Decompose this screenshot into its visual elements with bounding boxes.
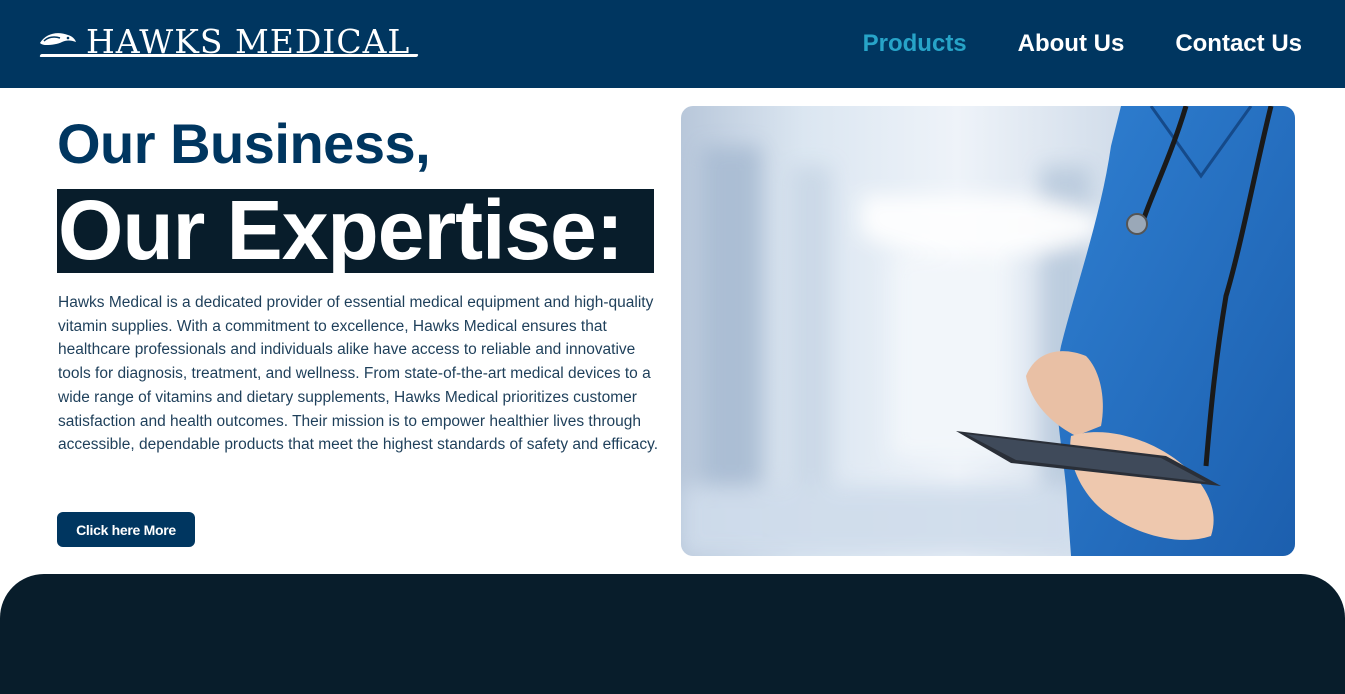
brand-logo[interactable]: HAWKS MEDICAL bbox=[38, 20, 428, 62]
hero-title-line2: Our Expertise: bbox=[58, 183, 624, 277]
nav-products-link[interactable]: Products bbox=[863, 30, 967, 58]
hero-description: Hawks Medical is a dedicated provider of… bbox=[58, 294, 658, 454]
logo-swoosh bbox=[39, 54, 419, 57]
hero-image-nurse-with-tablet bbox=[681, 106, 1295, 556]
site-header: HAWKS MEDICAL Products About Us Contact … bbox=[0, 0, 1345, 88]
logo-wordmark: HAWKS MEDICAL bbox=[86, 21, 411, 61]
hawk-icon bbox=[40, 33, 76, 45]
dark-section-band bbox=[0, 574, 1345, 694]
nav-contact-link[interactable]: Contact Us bbox=[1175, 30, 1302, 58]
click-here-more-button[interactable]: Click here More bbox=[57, 512, 195, 547]
nurse-illustration bbox=[681, 106, 1295, 556]
hero-title-line1: Our Business, bbox=[57, 112, 431, 175]
nav-about-link[interactable]: About Us bbox=[1018, 30, 1125, 58]
main-nav: Products About Us Contact Us bbox=[863, 30, 1302, 58]
